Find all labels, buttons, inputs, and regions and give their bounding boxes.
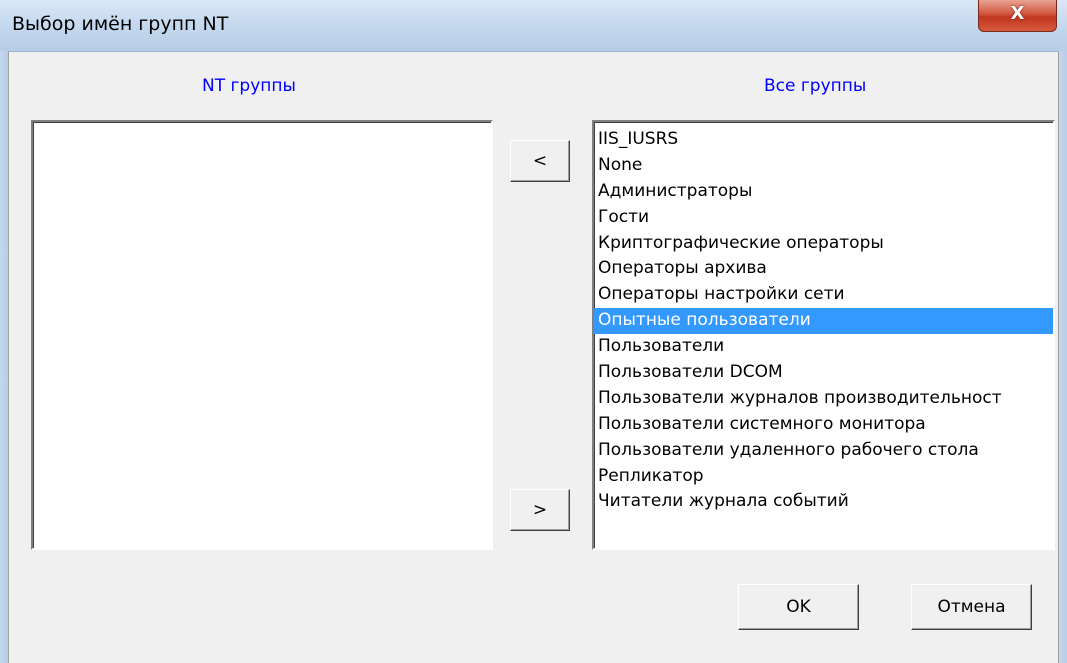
list-item[interactable]: Репликатор — [594, 464, 1053, 490]
move-right-button[interactable]: > — [510, 489, 570, 531]
list-item[interactable]: Операторы настройки сети — [594, 282, 1053, 308]
list-item[interactable]: Пользователи системного монитора — [594, 412, 1053, 438]
all-groups-caption: Все группы — [764, 76, 867, 96]
list-item[interactable]: Пользователи удаленного рабочего стола — [594, 438, 1053, 464]
ok-button[interactable]: OK — [738, 584, 859, 630]
cancel-button[interactable]: Отмена — [911, 584, 1032, 630]
close-icon: X — [1010, 3, 1025, 24]
move-left-button[interactable]: < — [510, 140, 570, 182]
list-item[interactable]: Пользователи журналов производительност — [594, 386, 1053, 412]
nt-groups-caption: NT группы — [202, 76, 296, 96]
list-item[interactable]: None — [594, 153, 1053, 179]
list-item[interactable]: Криптографические операторы — [594, 231, 1053, 257]
all-groups-listbox[interactable]: IIS_IUSRS None Администраторы Гости Криптогр… — [592, 120, 1055, 550]
window-title: Выбор имён групп NT — [12, 13, 229, 35]
close-button[interactable]: X — [978, 0, 1057, 32]
window-frame-right — [1059, 51, 1067, 663]
list-item[interactable]: Опытные пользователи — [594, 308, 1053, 335]
list-item[interactable]: Пользователи DCOM — [594, 360, 1053, 386]
list-item[interactable]: Гости — [594, 205, 1053, 231]
nt-groups-listbox[interactable] — [31, 120, 493, 550]
list-item[interactable]: Пользователи — [594, 334, 1053, 360]
list-item[interactable]: Операторы архива — [594, 256, 1053, 282]
list-item[interactable]: Читатели журнала событий — [594, 489, 1053, 515]
list-item[interactable]: Администраторы — [594, 179, 1053, 205]
title-bar: Выбор имён групп NT X — [0, 0, 1067, 52]
list-item[interactable]: IIS_IUSRS — [594, 127, 1053, 153]
window-frame-left — [0, 51, 8, 663]
